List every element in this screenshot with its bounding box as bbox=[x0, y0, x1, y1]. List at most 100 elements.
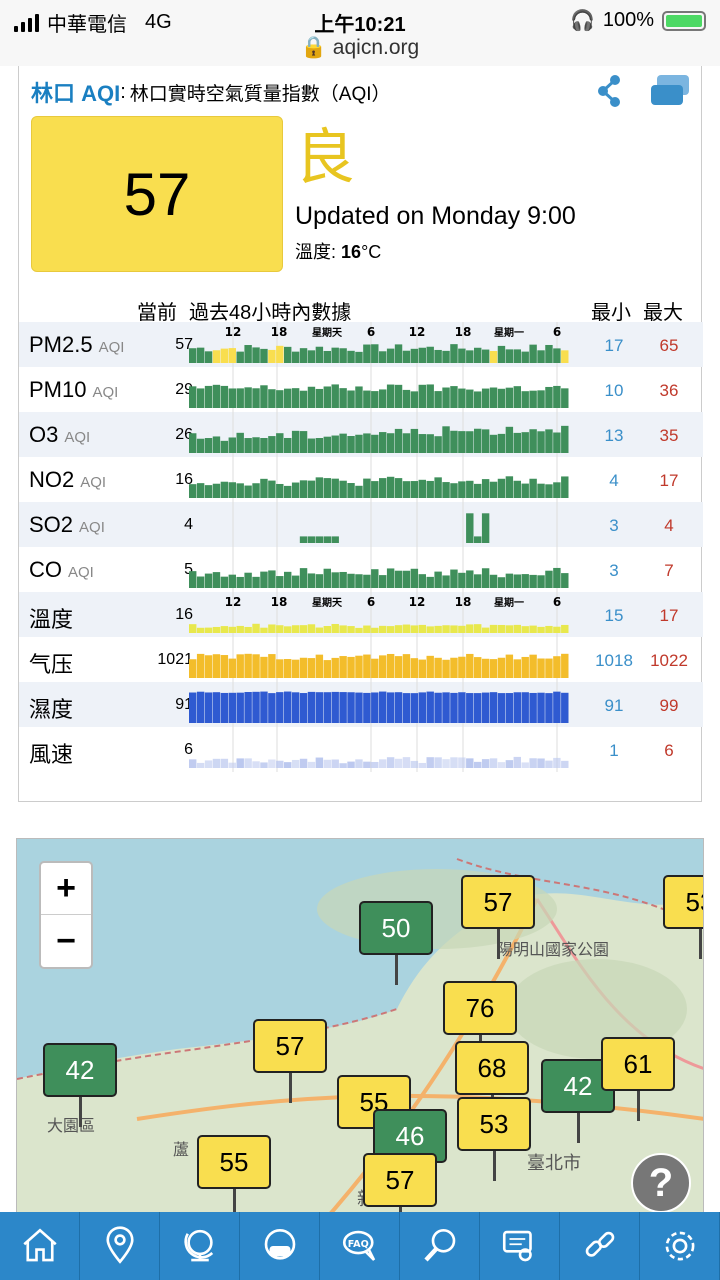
history-bar bbox=[284, 691, 292, 723]
history-bar bbox=[331, 435, 339, 453]
history-sparkline: 12 18 星期天 6 12 18 星期一 6 bbox=[189, 592, 569, 637]
history-bar bbox=[553, 432, 561, 453]
history-bar bbox=[481, 627, 490, 633]
history-bar bbox=[561, 388, 569, 408]
history-bar bbox=[371, 658, 379, 678]
history-bar bbox=[284, 626, 292, 633]
timeline-label: 6 bbox=[367, 325, 375, 339]
link-icon bbox=[585, 1231, 614, 1257]
pollutant-label: NO2 AQI bbox=[29, 467, 107, 492]
pollutant-label: 風速 bbox=[29, 742, 74, 767]
history-bar bbox=[442, 482, 450, 498]
history-bar bbox=[545, 429, 553, 453]
history-bar bbox=[489, 574, 498, 588]
share-icon[interactable] bbox=[595, 74, 623, 108]
history-bar bbox=[291, 759, 300, 768]
history-bar bbox=[284, 388, 292, 408]
faq-icon: FAQ bbox=[342, 1230, 375, 1261]
history-bar bbox=[537, 658, 545, 678]
history-bar bbox=[529, 574, 537, 588]
history-bar bbox=[355, 655, 363, 678]
status-right: 🎧 100% bbox=[570, 8, 706, 33]
station-marker[interactable]: 61 bbox=[601, 1037, 675, 1091]
history-bar bbox=[228, 658, 236, 678]
station-marker[interactable]: 53 bbox=[457, 1097, 531, 1151]
history-bar bbox=[323, 386, 331, 408]
history-bar bbox=[196, 438, 205, 453]
history-bar bbox=[458, 572, 466, 588]
zoom-out-button[interactable]: − bbox=[41, 915, 91, 967]
compare-icon[interactable] bbox=[651, 75, 691, 107]
history-bar bbox=[252, 347, 260, 363]
history-bar bbox=[402, 624, 411, 633]
history-bar bbox=[252, 761, 260, 768]
station-name[interactable]: 林口 AQI bbox=[31, 76, 120, 108]
headphone-icon: 🎧 bbox=[569, 10, 595, 32]
timeline-label: 18 bbox=[455, 325, 472, 339]
history-bar bbox=[268, 759, 276, 768]
history-bar bbox=[260, 437, 268, 453]
pollutant-label: 气压 bbox=[29, 652, 74, 677]
nav-faq-button[interactable]: FAQ bbox=[320, 1212, 400, 1280]
nav-chat-button[interactable] bbox=[480, 1212, 560, 1280]
history-bar bbox=[442, 659, 450, 678]
history-bar bbox=[394, 478, 403, 498]
history-bar bbox=[347, 656, 355, 678]
nav-gear-button[interactable] bbox=[640, 1212, 720, 1280]
station-marker[interactable]: 55 bbox=[197, 1135, 271, 1189]
temperature: 溫度: 16°C bbox=[295, 242, 382, 262]
marker-pin bbox=[577, 1113, 580, 1143]
nav-search-button[interactable] bbox=[400, 1212, 480, 1280]
history-bar bbox=[450, 657, 458, 678]
history-bar bbox=[244, 691, 252, 723]
station-map[interactable]: 陽明山國家公園 大園區 蘆 臺北市 新北市 425750577655684261… bbox=[16, 838, 704, 1228]
help-button[interactable]: ? bbox=[631, 1153, 691, 1213]
history-bar bbox=[339, 625, 347, 633]
history-bar bbox=[212, 758, 221, 768]
history-bar bbox=[458, 692, 466, 723]
station-marker[interactable]: 57 bbox=[461, 875, 535, 929]
history-bar bbox=[276, 659, 284, 678]
history-bar bbox=[260, 627, 268, 633]
history-bar bbox=[394, 344, 403, 363]
history-bar bbox=[434, 391, 442, 408]
station-marker[interactable]: 57 bbox=[363, 1153, 437, 1207]
history-bar bbox=[212, 626, 221, 633]
history-bar bbox=[489, 387, 498, 408]
history-bar bbox=[529, 429, 537, 453]
history-bar bbox=[386, 568, 395, 588]
pollutant-label: PM2.5 AQI bbox=[29, 332, 125, 357]
marker-pin bbox=[395, 955, 398, 985]
history-bar bbox=[386, 626, 395, 633]
zoom-in-button[interactable]: + bbox=[41, 863, 91, 915]
nav-location-button[interactable] bbox=[80, 1212, 160, 1280]
map-label-lu: 蘆 bbox=[173, 1140, 189, 1159]
table-row: 气压 1021 1018 1022 bbox=[19, 637, 703, 682]
history-bar bbox=[553, 567, 561, 588]
station-marker[interactable]: 68 bbox=[455, 1041, 529, 1095]
history-bar bbox=[307, 761, 316, 768]
history-bar bbox=[426, 434, 434, 453]
nav-home-button[interactable] bbox=[0, 1212, 80, 1280]
pollutant-label: PM10 AQI bbox=[29, 377, 119, 402]
station-marker[interactable]: 42 bbox=[43, 1043, 117, 1097]
station-marker[interactable]: 53 bbox=[663, 875, 703, 929]
history-bar bbox=[260, 348, 268, 363]
battery-icon bbox=[662, 10, 706, 31]
nav-mask-button[interactable] bbox=[240, 1212, 320, 1280]
history-bar bbox=[196, 691, 205, 723]
history-bar bbox=[196, 762, 205, 768]
history-bar bbox=[505, 760, 514, 768]
nav-link-button[interactable] bbox=[560, 1212, 640, 1280]
table-row: SO2 AQI 4 3 4 bbox=[19, 502, 703, 547]
marker-pin bbox=[497, 929, 500, 959]
nav-globe-button[interactable] bbox=[160, 1212, 240, 1280]
station-marker[interactable]: 76 bbox=[443, 981, 517, 1035]
history-bar bbox=[315, 536, 324, 543]
history-sparkline bbox=[232, 502, 558, 547]
station-marker[interactable]: 57 bbox=[253, 1019, 327, 1073]
history-bar bbox=[331, 759, 339, 768]
station-marker[interactable]: 50 bbox=[359, 901, 433, 955]
timeline-label: 12 bbox=[225, 595, 242, 609]
url-bar[interactable]: 🔒 aqicn.org bbox=[0, 36, 720, 60]
